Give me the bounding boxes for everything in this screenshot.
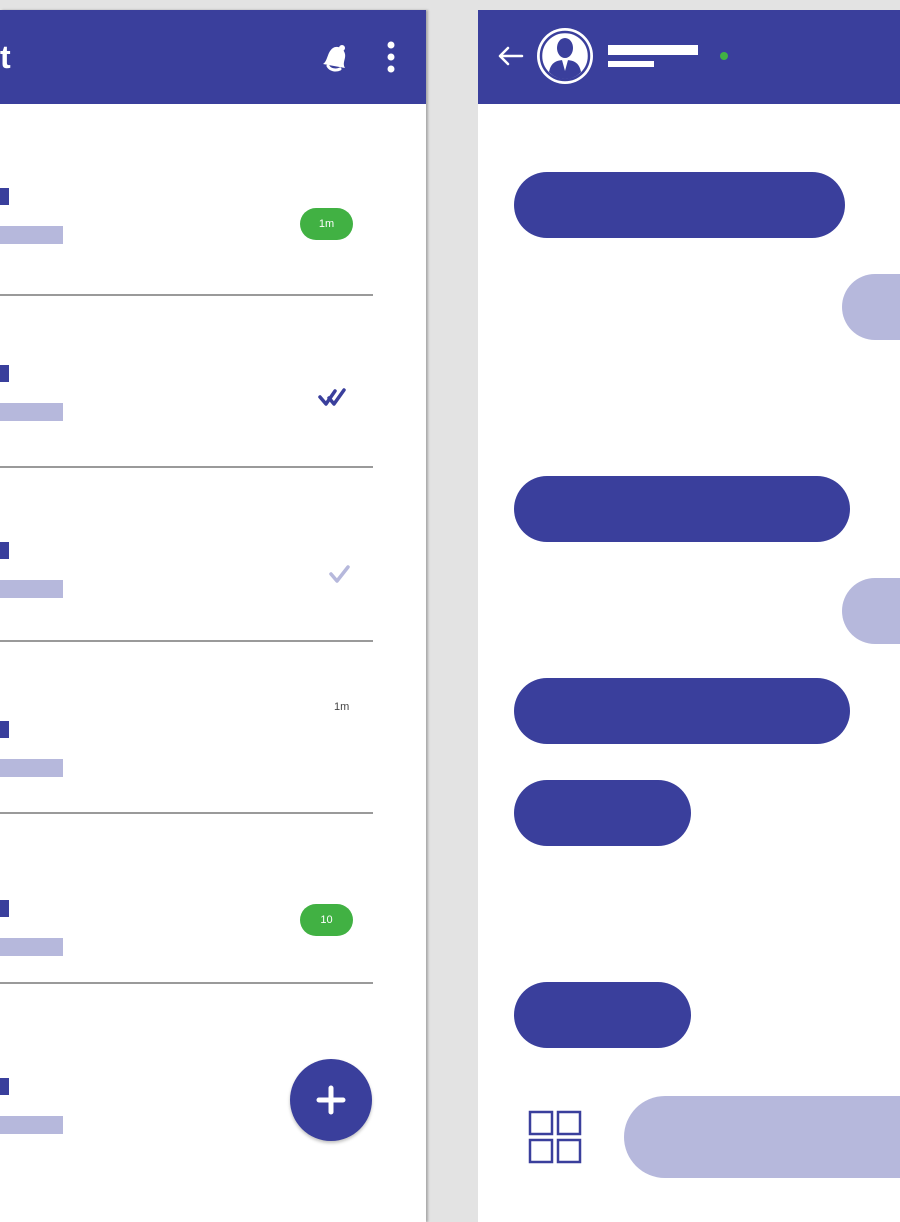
incoming-message-bubble — [514, 982, 691, 1048]
incoming-message-bubble — [514, 678, 850, 744]
chat-row[interactable]: 1m — [0, 188, 426, 358]
chat-list-screen: t 1m 1m 10 — [0, 10, 426, 1222]
message-preview-placeholder — [0, 1116, 63, 1134]
row-divider — [0, 466, 373, 468]
message-preview-placeholder — [0, 938, 63, 956]
conversation-screen — [478, 10, 900, 1222]
conversation-app-bar — [478, 10, 900, 104]
contact-name-placeholder — [0, 542, 9, 559]
row-divider — [0, 812, 373, 814]
row-divider — [0, 640, 373, 642]
outgoing-message-bubble — [842, 578, 900, 644]
unread-badge: 10 — [300, 904, 353, 936]
chat-row[interactable]: 1m — [0, 701, 426, 891]
user-avatar-icon[interactable] — [535, 26, 595, 86]
incoming-message-bubble — [514, 172, 845, 238]
incoming-message-bubble — [514, 476, 850, 542]
contact-name-placeholder — [0, 188, 9, 205]
bell-icon[interactable] — [318, 42, 352, 72]
app-title: t — [0, 39, 11, 75]
message-time: 1m — [334, 701, 350, 713]
online-status-dot — [720, 52, 728, 60]
grid-icon[interactable] — [528, 1110, 584, 1166]
chat-row[interactable]: 10 — [0, 900, 426, 1070]
single-check-icon — [329, 565, 350, 583]
plus-icon — [316, 1085, 346, 1115]
message-preview-placeholder — [0, 580, 63, 598]
message-preview-placeholder — [0, 759, 63, 777]
double-check-icon — [318, 388, 346, 406]
chat-list-app-bar: t — [0, 10, 426, 104]
chat-row[interactable] — [0, 365, 426, 535]
back-arrow-icon[interactable] — [496, 44, 524, 68]
screenshot-stage: t 1m 1m 10 — [0, 0, 900, 1222]
row-divider — [0, 982, 373, 984]
contact-name-placeholder — [0, 1078, 9, 1095]
contact-name-placeholder — [0, 721, 9, 738]
contact-name-placeholder — [0, 365, 9, 382]
row-divider — [0, 294, 373, 296]
contact-name-placeholder — [0, 900, 9, 917]
message-input[interactable] — [624, 1096, 900, 1178]
contact-status-placeholder — [608, 61, 654, 67]
contact-name-placeholder — [608, 45, 698, 55]
chat-row[interactable] — [0, 542, 426, 712]
outgoing-message-bubble — [842, 274, 900, 340]
incoming-message-bubble — [514, 780, 691, 846]
message-preview-placeholder — [0, 403, 63, 421]
unread-badge: 1m — [300, 208, 353, 240]
message-preview-placeholder — [0, 226, 63, 244]
kebab-menu-icon[interactable] — [384, 40, 398, 74]
new-chat-fab[interactable] — [290, 1059, 372, 1141]
